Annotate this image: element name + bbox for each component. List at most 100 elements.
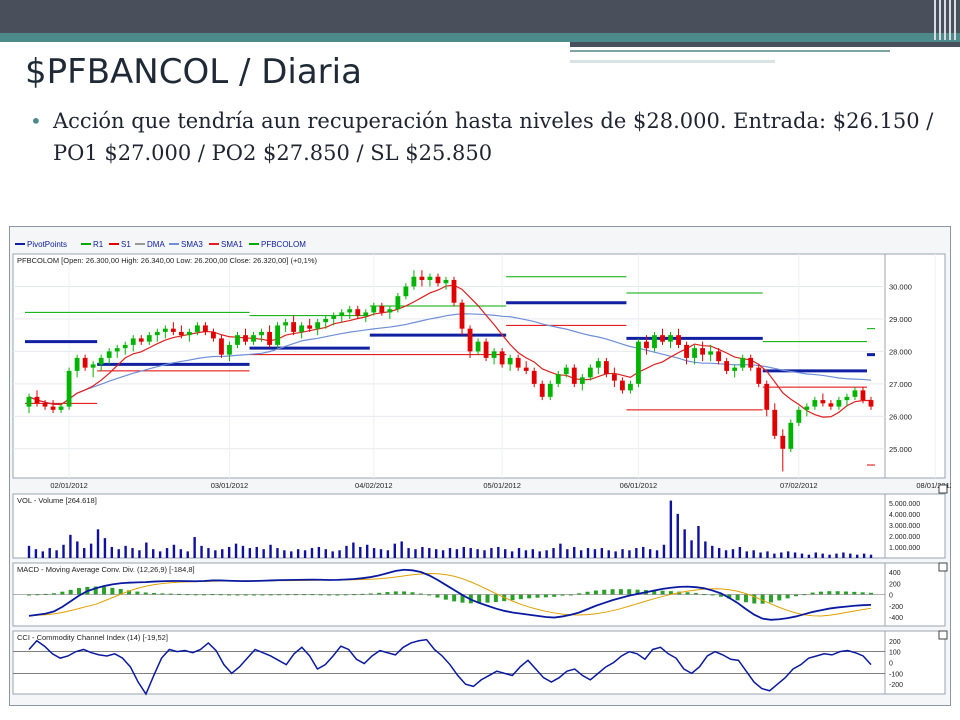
candle-body <box>836 400 842 407</box>
volume-bar <box>110 546 114 558</box>
candle-body <box>331 315 337 319</box>
cci-y-tick-label: 0 <box>889 661 893 668</box>
candle-body <box>427 276 433 280</box>
volume-bar <box>738 546 742 558</box>
candle-body <box>459 302 465 329</box>
candle-body <box>307 325 313 329</box>
candle-body <box>203 325 208 332</box>
candle-body <box>154 331 160 336</box>
candle-body <box>716 351 722 362</box>
volume-bar <box>227 546 231 558</box>
candle-body <box>788 422 794 449</box>
volume-bar <box>704 541 707 558</box>
volume-bar <box>117 549 120 558</box>
volume-bar <box>724 550 728 558</box>
candle-body <box>644 341 649 349</box>
macd-histogram-bar <box>452 594 457 602</box>
header-decoration-line <box>570 60 775 63</box>
volume-bar <box>345 545 348 558</box>
volume-bar <box>648 549 652 558</box>
volume-bar <box>849 553 852 558</box>
volume-bar <box>407 548 410 558</box>
candle-body <box>106 351 112 358</box>
candle-body <box>403 286 409 297</box>
candle-body <box>764 383 770 410</box>
volume-bar <box>186 551 189 558</box>
candle-body <box>291 322 297 332</box>
macd-histogram-bar <box>785 594 790 599</box>
price-x-tick-label: 07/02/2012 <box>780 481 818 490</box>
volume-bar <box>600 548 604 558</box>
volume-bar <box>497 546 500 558</box>
volume-bar <box>683 529 686 558</box>
legend-label: DMA <box>147 240 165 249</box>
candle-body <box>227 344 232 355</box>
price-x-tick-label: 05/01/2012 <box>483 481 521 490</box>
candle-body <box>355 309 361 316</box>
volume-bar <box>793 552 797 558</box>
volume-bar <box>324 549 327 558</box>
candle-body <box>219 338 224 355</box>
volume-bar <box>752 550 755 558</box>
macd-histogram-bar <box>777 594 782 601</box>
volume-bar <box>766 551 769 558</box>
legend-label: PFBCOLOM <box>261 240 306 249</box>
price-panel <box>12 253 886 479</box>
volume-bar <box>621 549 624 558</box>
volume-bar <box>469 548 472 558</box>
candle-body <box>676 335 681 345</box>
macd-histogram-bar <box>585 591 590 595</box>
candle-body <box>628 383 633 391</box>
volume-bar <box>76 541 79 558</box>
volume-bar <box>400 541 403 558</box>
candle-body <box>652 335 657 349</box>
volume-bar <box>559 543 562 558</box>
volume-bar <box>538 551 541 558</box>
candle-body <box>178 331 184 336</box>
volume-bar <box>828 554 831 558</box>
candle-body <box>772 409 778 436</box>
volume-bar <box>255 546 258 558</box>
volume-bar <box>662 544 666 558</box>
candle-body <box>467 328 473 352</box>
volume-y-tick-label: 2.000.000 <box>889 534 920 541</box>
volume-bar <box>800 553 804 558</box>
candle-body <box>50 406 56 410</box>
candle-body <box>435 276 441 284</box>
candle-body <box>42 403 48 407</box>
volume-bar <box>483 550 486 558</box>
close-panel-icon <box>938 562 948 572</box>
volume-bar <box>807 554 811 558</box>
legend-label: SMA3 <box>181 240 203 249</box>
macd-histogram-bar <box>827 591 832 595</box>
macd-y-tick-label: 400 <box>889 570 901 577</box>
volume-bar <box>303 550 307 558</box>
volume-bar <box>510 551 514 558</box>
volume-bar <box>296 549 300 558</box>
volume-bar <box>428 548 431 558</box>
volume-bar <box>711 545 714 558</box>
volume-bar <box>193 537 196 558</box>
volume-bar <box>635 548 638 558</box>
volume-bar <box>158 551 162 558</box>
volume-bar <box>352 542 355 558</box>
macd-histogram-bar <box>735 594 740 601</box>
candle-body <box>211 331 216 339</box>
volume-bar <box>310 548 314 558</box>
volume-bar <box>379 549 383 558</box>
candle-body <box>587 367 593 378</box>
volume-bar <box>642 546 645 558</box>
macd-histogram-bar <box>102 587 107 595</box>
macd-histogram-bar <box>135 591 140 595</box>
macd-histogram-bar <box>143 592 148 595</box>
volume-bar <box>676 513 679 558</box>
macd-histogram-bar <box>443 594 448 600</box>
candle-body <box>74 357 80 371</box>
candle-body <box>395 296 401 310</box>
candle-body <box>611 374 617 381</box>
volume-bar <box>131 548 134 558</box>
macd-histogram-bar <box>527 594 532 599</box>
candle-body <box>371 305 377 313</box>
slide-header-bar <box>0 0 960 33</box>
volume-bar <box>214 550 217 558</box>
